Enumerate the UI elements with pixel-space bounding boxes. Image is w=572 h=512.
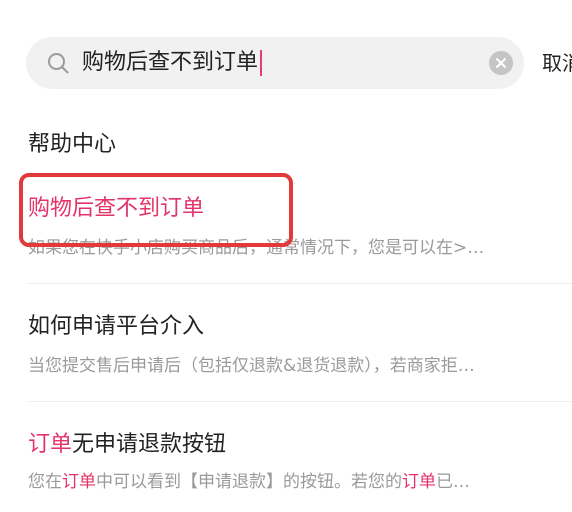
app-screen: 购物后查不到订单 取消 帮助中心 购物后查不到订单 如果您在快手小店购买商品后，… (0, 0, 572, 512)
annotation-highlight-box (19, 173, 293, 247)
cancel-button[interactable]: 取消 (542, 48, 572, 78)
highlighted-keyword: 订单 (62, 472, 96, 492)
result-item-3[interactable]: 订单无申请退款按钮 您在订单中可以看到【申请退款】的按钮。若您的订单已… (0, 424, 572, 508)
highlighted-keyword: 订单 (402, 472, 436, 492)
section-title: 帮助中心 (28, 132, 117, 157)
result-title: 如何申请平台介入 (28, 310, 204, 344)
text-segment: 已… (436, 472, 470, 492)
divider (28, 283, 572, 284)
result-description: 您在订单中可以看到【申请退款】的按钮。若您的订单已… (28, 468, 470, 496)
text-segment: 中可以看到【申请退款】的按钮。若您的 (96, 472, 402, 492)
result-description: 当您提交售后申请后（包括仅退款&退货退款），若商家拒… (28, 352, 475, 380)
search-icon (48, 53, 69, 74)
search-query: 购物后查不到订单 (82, 50, 259, 75)
search-bar[interactable]: 购物后查不到订单 (26, 37, 524, 89)
clear-icon[interactable] (489, 51, 513, 75)
text-caret (260, 50, 263, 76)
search-input[interactable]: 购物后查不到订单 (82, 47, 263, 79)
text-segment: 如何申请平台介入 (28, 314, 205, 339)
result-item-2[interactable]: 如何申请平台介入 当您提交售后申请后（包括仅退款&退货退款），若商家拒… (0, 306, 572, 390)
result-title: 订单无申请退款按钮 (28, 428, 226, 462)
divider (28, 401, 572, 402)
highlighted-keyword: 订单 (28, 432, 73, 457)
text-segment: 您在 (28, 472, 62, 492)
text-segment: 当您提交售后申请后（包括仅退款&退货退款），若商家拒… (28, 356, 475, 376)
text-segment: 无申请退款按钮 (72, 432, 227, 457)
